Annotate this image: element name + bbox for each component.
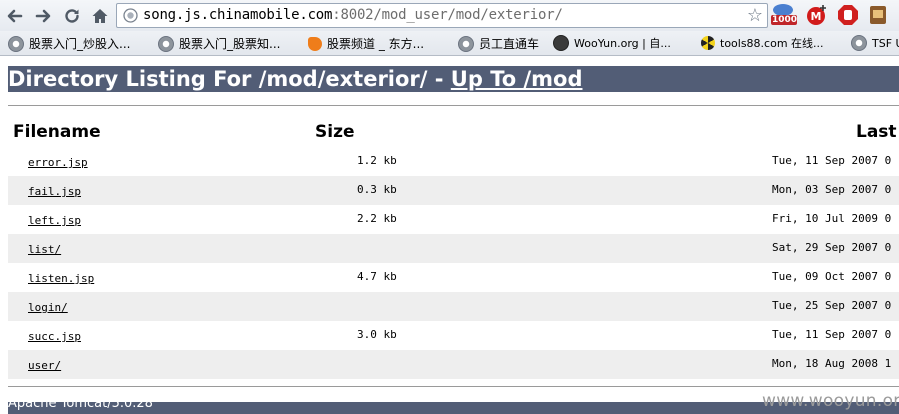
table-row: error.jsp 1.2 kb Tue, 11 Sep 2007 0: [8, 147, 899, 176]
file-date: Tue, 11 Sep 2007 0: [772, 328, 892, 341]
file-date: Tue, 11 Sep 2007 0: [772, 154, 892, 167]
file-size: 0.3 kb: [357, 183, 397, 196]
address-bar[interactable]: song.js.chinamobile.com:8002/mod_user/mo…: [116, 3, 768, 28]
flame-icon: [308, 36, 322, 51]
table-row: left.jsp 2.2 kb Fri, 10 Jul 2009 0: [8, 205, 899, 234]
divider: [8, 386, 899, 387]
bookmark-label: TSF U: [872, 36, 899, 50]
file-date: Sat, 29 Sep 2007 0: [772, 241, 892, 254]
bookmark-label: WooYun.org | 自...: [574, 37, 671, 50]
forward-arrow-icon: [35, 9, 51, 23]
url-host: song.js.chinamobile.com: [143, 7, 333, 23]
bookmark-item[interactable]: 股票入门_炒股入...: [8, 35, 130, 52]
stop-hand-icon: [838, 5, 858, 25]
extension-badge: 1000: [772, 15, 798, 25]
m-extension-button[interactable]: M: [806, 4, 828, 26]
folder-link[interactable]: list/: [28, 243, 61, 256]
forward-button[interactable]: [32, 5, 54, 27]
file-date: Tue, 25 Sep 2007 0: [772, 299, 892, 312]
file-link[interactable]: listen.jsp: [28, 272, 94, 285]
file-size: 1.2 kb: [357, 154, 397, 167]
home-icon: [92, 9, 108, 23]
file-size: 2.2 kb: [357, 212, 397, 225]
table-row: user/ Mon, 18 Aug 2008 1: [8, 350, 899, 379]
bookmark-item[interactable]: TSF U: [851, 35, 899, 51]
bookmark-label: 股票入门_股票知...: [179, 37, 281, 51]
url-path: :8002/mod_user/mod/exterior/: [332, 7, 563, 23]
column-header-size: Size: [315, 122, 355, 142]
folder-link[interactable]: login/: [28, 301, 68, 314]
column-header-last-modified: Last: [856, 122, 897, 142]
bookmarks-bar: 股票入门_炒股入... 股票入门_股票知... 股票频道 _ 东方... 员工直…: [0, 31, 899, 56]
page-title-text: Directory Listing For /mod/exterior/ -: [8, 67, 451, 91]
adblock-extension-button[interactable]: [837, 4, 859, 26]
file-date: Mon, 03 Sep 2007 0: [772, 183, 892, 196]
table-row: list/ Sat, 29 Sep 2007 0: [8, 234, 899, 263]
up-to-parent-link[interactable]: Up To /mod: [451, 67, 583, 91]
file-date: Fri, 10 Jul 2009 0: [772, 212, 892, 225]
bookmark-item[interactable]: WooYun.org | 自...: [553, 35, 671, 51]
file-link[interactable]: succ.jsp: [28, 330, 81, 343]
watermark: www.wooyun.org: [762, 391, 899, 411]
file-link[interactable]: error.jsp: [28, 156, 88, 169]
column-header-filename: Filename: [13, 122, 101, 142]
file-date: Mon, 18 Aug 2008 1: [772, 357, 892, 370]
table-row: listen.jsp 4.7 kb Tue, 09 Oct 2007 0: [8, 263, 899, 292]
bookmark-item[interactable]: 员工直通车: [458, 35, 539, 52]
reload-button[interactable]: [61, 5, 83, 27]
server-version: Apache Tomcat/5.0.28: [8, 402, 153, 411]
bookmark-item[interactable]: 股票入门_股票知...: [158, 35, 280, 52]
svg-text:M: M: [811, 10, 822, 23]
divider: [8, 105, 899, 106]
folder-link[interactable]: user/: [28, 359, 61, 372]
table-row: fail.jsp 0.3 kb Mon, 03 Sep 2007 0: [8, 176, 899, 205]
globe-icon: [851, 35, 867, 51]
bookmark-star-icon[interactable]: ☆: [747, 5, 763, 26]
back-button[interactable]: [4, 5, 26, 27]
file-link[interactable]: left.jsp: [28, 214, 81, 227]
table-row: succ.jsp 3.0 kb Tue, 11 Sep 2007 0: [8, 321, 899, 350]
table-row: login/ Tue, 25 Sep 2007 0: [8, 292, 899, 321]
globe-icon: [158, 35, 174, 52]
weather-extension-button[interactable]: 1000: [771, 4, 798, 26]
bookmark-label: 股票频道 _ 东方...: [327, 37, 425, 51]
notes-extension-button[interactable]: [867, 4, 889, 26]
radiation-icon: [701, 36, 715, 50]
m-extension-icon: M: [807, 5, 826, 25]
bookmark-item[interactable]: 股票频道 _ 东方...: [308, 35, 424, 52]
file-size: 3.0 kb: [357, 328, 397, 341]
url-text[interactable]: song.js.chinamobile.com:8002/mod_user/mo…: [143, 7, 563, 23]
bookmark-label: 员工直通车: [479, 37, 540, 51]
bookmark-label: tools88.com 在线...: [720, 37, 824, 50]
bookmark-item[interactable]: tools88.com 在线...: [701, 35, 824, 51]
file-date: Tue, 09 Oct 2007 0: [772, 270, 892, 283]
globe-icon: [8, 35, 24, 52]
bookmark-label: 股票入门_炒股入...: [29, 37, 131, 51]
home-button[interactable]: [89, 5, 111, 27]
file-size: 4.7 kb: [357, 270, 397, 283]
page-info-icon[interactable]: [123, 8, 138, 23]
page-title: Directory Listing For /mod/exterior/ - U…: [8, 66, 899, 92]
browser-toolbar: song.js.chinamobile.com:8002/mod_user/mo…: [0, 0, 899, 31]
wooyun-icon: [553, 35, 569, 51]
file-link[interactable]: fail.jsp: [28, 185, 81, 198]
notes-icon: [870, 6, 886, 24]
globe-icon: [458, 35, 474, 52]
reload-icon: [65, 9, 79, 23]
back-arrow-icon: [7, 9, 23, 23]
page-content: Directory Listing For /mod/exterior/ - U…: [0, 56, 899, 414]
